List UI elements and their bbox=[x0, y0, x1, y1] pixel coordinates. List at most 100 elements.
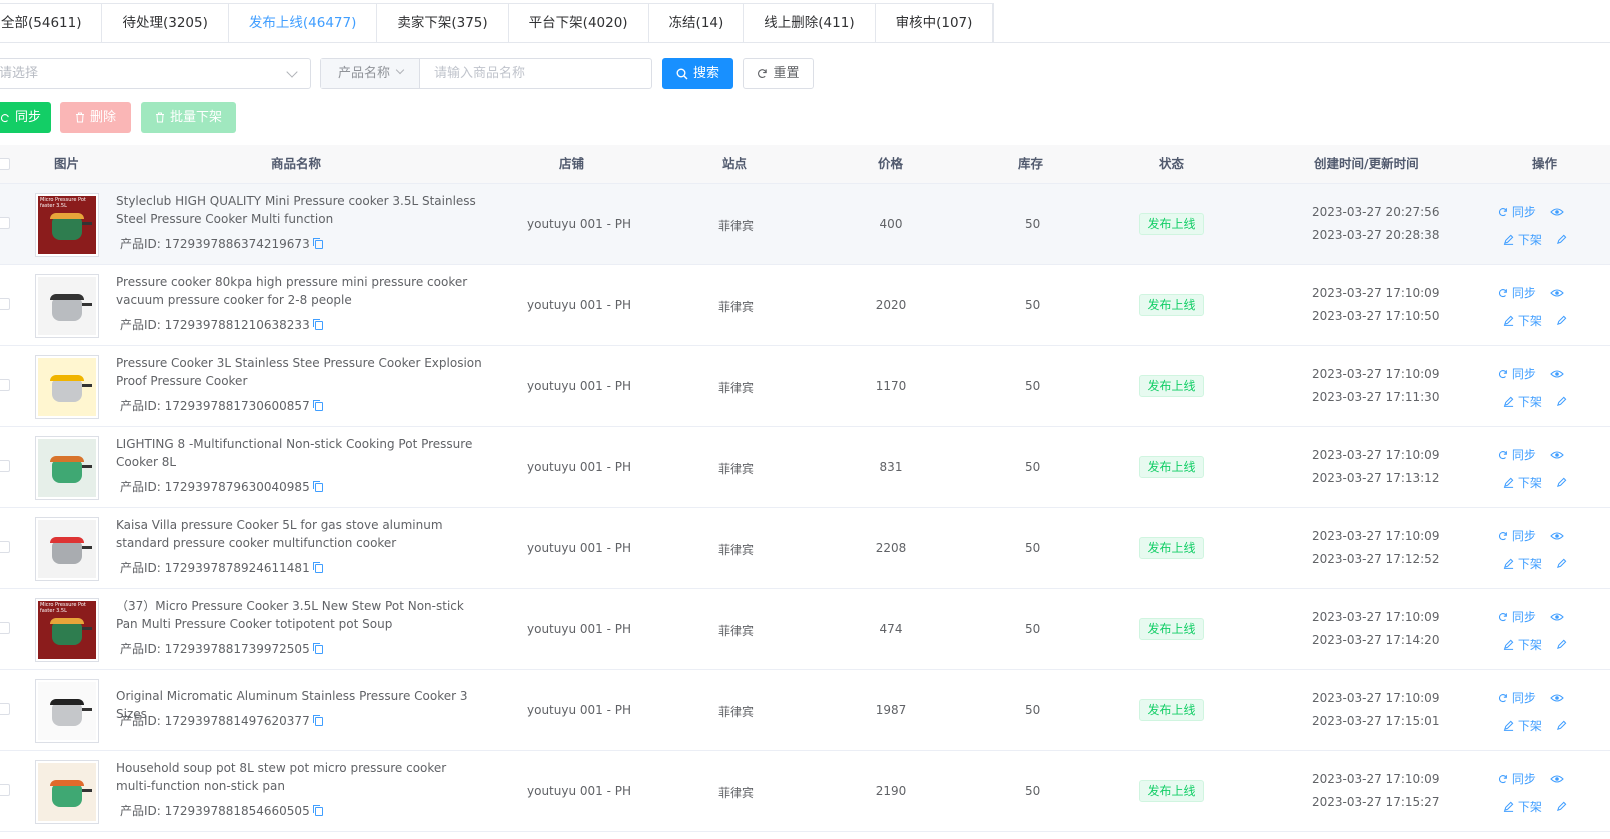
row-offline-label: 下架 bbox=[1517, 314, 1542, 328]
stock: 50 bbox=[1025, 784, 1041, 798]
row-offline-button[interactable]: 下架 bbox=[1503, 557, 1546, 571]
tab-online-deleted[interactable]: 线上删除(411) bbox=[744, 4, 876, 43]
product-id-value: 1729397881854660505 bbox=[164, 804, 310, 818]
copy-icon[interactable] bbox=[312, 400, 323, 411]
chevron-down-icon bbox=[395, 65, 405, 75]
created-time: 2023-03-27 17:10:09 bbox=[1312, 286, 1440, 300]
table-row: Micro Pressure Pot faster 3.5L Styleclub… bbox=[0, 184, 1610, 265]
row-offline-label: 下架 bbox=[1517, 638, 1542, 652]
status-badge: 发布上线 bbox=[1139, 294, 1204, 316]
row-ops-bottom: 下架 bbox=[1503, 798, 1567, 815]
created-time: 2023-03-27 17:10:09 bbox=[1312, 367, 1440, 381]
edit-icon[interactable] bbox=[1556, 801, 1567, 812]
stock: 50 bbox=[1025, 622, 1041, 636]
row-sync-button[interactable]: 同步 bbox=[1498, 610, 1540, 624]
row-sync-button[interactable]: 同步 bbox=[1498, 772, 1540, 786]
edit-icon[interactable] bbox=[1556, 477, 1567, 488]
copy-icon[interactable] bbox=[312, 715, 323, 726]
updated-time: 2023-03-27 17:15:27 bbox=[1312, 795, 1440, 809]
row-sync-button[interactable]: 同步 bbox=[1498, 286, 1540, 300]
batch-offline-button[interactable]: 批量下架 bbox=[141, 102, 236, 133]
row-ops-top: 同步 bbox=[1498, 284, 1564, 301]
product-id: 产品ID: 1729397879630040985 bbox=[120, 478, 323, 495]
tab-frozen[interactable]: 冻结(14) bbox=[648, 4, 745, 43]
status-badge: 发布上线 bbox=[1139, 375, 1204, 397]
sync-icon bbox=[1498, 532, 1507, 541]
edit-icon[interactable] bbox=[1556, 558, 1567, 569]
row-ops-top: 同步 bbox=[1498, 527, 1564, 544]
chevron-down-icon bbox=[286, 66, 298, 78]
col-status: 状态 bbox=[1159, 156, 1185, 171]
edit-icon[interactable] bbox=[1556, 639, 1567, 650]
row-offline-button[interactable]: 下架 bbox=[1503, 638, 1546, 652]
row-offline-button[interactable]: 下架 bbox=[1503, 233, 1546, 247]
row-offline-button[interactable]: 下架 bbox=[1503, 476, 1546, 490]
status-badge: 发布上线 bbox=[1139, 537, 1204, 559]
row-sync-label: 同步 bbox=[1511, 367, 1536, 381]
row-sync-button[interactable]: 同步 bbox=[1498, 529, 1540, 543]
row-offline-button[interactable]: 下架 bbox=[1503, 314, 1546, 328]
row-sync-button[interactable]: 同步 bbox=[1498, 448, 1540, 462]
row-offline-label: 下架 bbox=[1517, 800, 1542, 814]
updated-time: 2023-03-27 17:10:50 bbox=[1312, 309, 1440, 323]
tab-platform-offline[interactable]: 平台下架(4020) bbox=[508, 4, 649, 43]
edit-icon bbox=[1503, 558, 1514, 569]
row-sync-button[interactable]: 同步 bbox=[1498, 691, 1540, 705]
product-id: 产品ID: 1729397881854660505 bbox=[120, 802, 323, 819]
edit-icon bbox=[1503, 477, 1514, 488]
delete-button[interactable]: 删除 bbox=[60, 102, 131, 133]
row-sync-button[interactable]: 同步 bbox=[1498, 205, 1540, 219]
edit-icon[interactable] bbox=[1556, 234, 1567, 245]
eye-icon[interactable] bbox=[1549, 288, 1564, 298]
eye-icon[interactable] bbox=[1549, 774, 1564, 784]
copy-icon[interactable] bbox=[312, 643, 323, 654]
row-offline-button[interactable]: 下架 bbox=[1503, 395, 1546, 409]
tab-under-review[interactable]: 审核中(107) bbox=[875, 4, 994, 43]
reset-button[interactable]: 重置 bbox=[743, 58, 814, 89]
copy-icon[interactable] bbox=[312, 319, 323, 330]
updated-time: 2023-03-27 17:11:30 bbox=[1312, 390, 1440, 404]
sync-button-label: 同步 bbox=[14, 110, 41, 125]
sync-button[interactable]: 同步 bbox=[0, 102, 51, 133]
row-ops-top: 同步 bbox=[1498, 608, 1564, 625]
search-button[interactable]: 搜索 bbox=[662, 58, 733, 89]
updated-time: 2023-03-27 17:13:12 bbox=[1312, 471, 1440, 485]
tab-online[interactable]: 发布上线(46477) bbox=[228, 4, 378, 43]
copy-icon[interactable] bbox=[312, 805, 323, 816]
product-id-prefix: 产品ID: bbox=[120, 399, 165, 413]
tab-seller-offline[interactable]: 卖家下架(375) bbox=[377, 4, 509, 43]
copy-icon[interactable] bbox=[312, 238, 323, 249]
row-ops-top: 同步 bbox=[1498, 770, 1564, 787]
product-field-select[interactable]: 产品名称 bbox=[321, 59, 420, 88]
product-id-value: 1729397886374219673 bbox=[164, 237, 310, 251]
eye-icon[interactable] bbox=[1549, 612, 1564, 622]
row-offline-button[interactable]: 下架 bbox=[1503, 800, 1546, 814]
edit-icon[interactable] bbox=[1556, 315, 1567, 326]
status-badge: 发布上线 bbox=[1139, 456, 1204, 478]
row-offline-label: 下架 bbox=[1517, 557, 1542, 571]
edit-icon[interactable] bbox=[1556, 720, 1567, 731]
edit-icon bbox=[1503, 801, 1514, 812]
copy-icon[interactable] bbox=[312, 481, 323, 492]
product-id: 产品ID: 1729397881210638233 bbox=[120, 316, 323, 333]
product-name-input[interactable]: 请输入商品名称 bbox=[420, 59, 651, 88]
row-sync-button[interactable]: 同步 bbox=[1498, 367, 1540, 381]
shop-select-placeholder: 请选择 bbox=[0, 66, 39, 81]
shop-select[interactable]: 请选择 bbox=[0, 58, 311, 89]
eye-icon[interactable] bbox=[1549, 693, 1564, 703]
edit-icon[interactable] bbox=[1556, 396, 1567, 407]
eye-icon[interactable] bbox=[1549, 207, 1564, 217]
select-all-checkbox[interactable] bbox=[0, 158, 10, 170]
sync-icon bbox=[1498, 775, 1507, 784]
tab-pending[interactable]: 待处理(3205) bbox=[102, 4, 229, 43]
product-id: 产品ID: 1729397878924611481 bbox=[120, 559, 323, 576]
search-icon bbox=[676, 68, 688, 79]
row-offline-button[interactable]: 下架 bbox=[1503, 719, 1546, 733]
eye-icon[interactable] bbox=[1549, 369, 1564, 379]
copy-icon[interactable] bbox=[312, 562, 323, 573]
tab-all[interactable]: 全部(54611) bbox=[0, 4, 103, 43]
sync-icon bbox=[1498, 208, 1507, 217]
eye-icon[interactable] bbox=[1549, 531, 1564, 541]
edit-icon bbox=[1503, 315, 1514, 326]
eye-icon[interactable] bbox=[1549, 450, 1564, 460]
